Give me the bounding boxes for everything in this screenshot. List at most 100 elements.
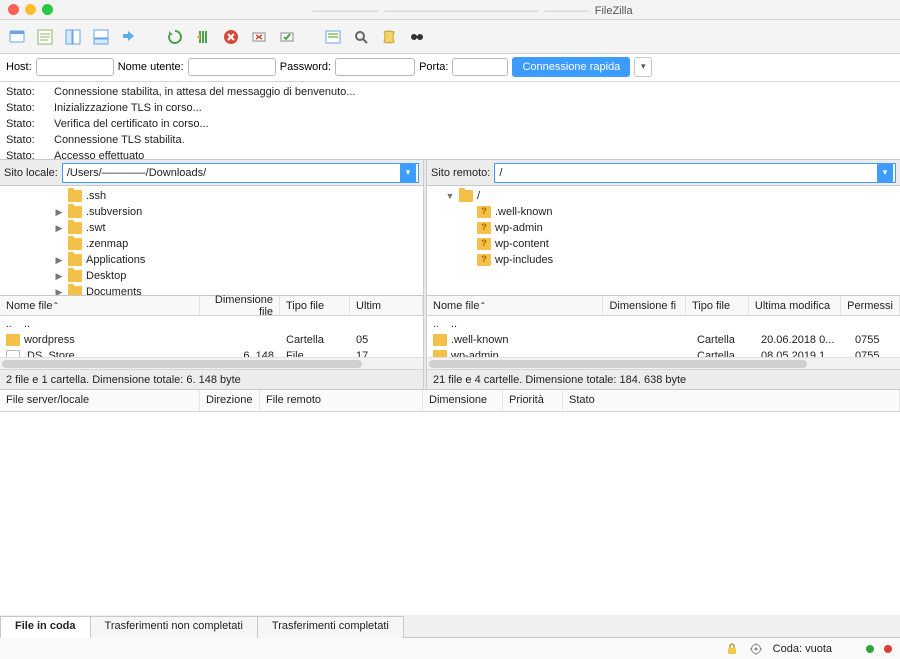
log-message: Verifica del certificato in corso...	[54, 118, 209, 131]
file-row[interactable]: .well-knownCartella20.06.2018 0...0755	[427, 332, 900, 348]
status-bar: Coda: vuota	[0, 637, 900, 659]
tree-item[interactable]: ▼/	[427, 188, 900, 204]
col-type[interactable]: Tipo file	[686, 296, 749, 315]
file-row[interactable]: wordpressCartella05	[0, 332, 423, 348]
toggle-log-icon[interactable]	[34, 26, 56, 48]
quickconnect-button[interactable]: Connessione rapida	[512, 57, 630, 77]
file-type: Cartella	[691, 334, 755, 346]
remote-folder-tree[interactable]: ▼/.well-knownwp-adminwp-contentwp-includ…	[427, 186, 900, 296]
chevron-down-icon[interactable]: ▾	[877, 164, 893, 182]
local-scrollbar[interactable]	[0, 357, 423, 369]
expand-toggle[interactable]: ▶	[54, 255, 64, 266]
tree-item[interactable]: ▶.swt	[0, 220, 423, 236]
toggle-queue-icon[interactable]	[90, 26, 112, 48]
toggle-tree-icon[interactable]	[62, 26, 84, 48]
col-size[interactable]: Dimensione fi	[603, 296, 686, 315]
folder-icon	[68, 190, 82, 202]
file-size: 6. 148	[200, 350, 280, 357]
local-file-list[interactable]: ..wordpressCartella05.DS_Store6. 148File…	[0, 316, 423, 357]
zoom-window-button[interactable]	[42, 4, 53, 15]
up-icon	[433, 318, 447, 330]
port-input[interactable]	[452, 58, 508, 76]
col-name[interactable]: Nome file	[427, 296, 603, 315]
col-modified[interactable]: Ultim	[350, 296, 423, 315]
file-permissions: 0755	[849, 334, 900, 346]
reconnect-icon[interactable]	[276, 26, 298, 48]
expand-toggle[interactable]: ▶	[54, 271, 64, 282]
file-row[interactable]: ..	[427, 316, 900, 332]
refresh-icon[interactable]	[164, 26, 186, 48]
file-modified: 05	[350, 334, 410, 346]
remote-file-list[interactable]: ...well-knownCartella20.06.2018 0...0755…	[427, 316, 900, 357]
minimize-window-button[interactable]	[25, 4, 36, 15]
message-log[interactable]: Stato:Connessione stabilita, in attesa d…	[0, 82, 900, 160]
tree-item[interactable]: .well-known	[427, 204, 900, 220]
site-manager-icon[interactable]	[6, 26, 28, 48]
log-message: Accesso effettuato	[54, 150, 144, 161]
gear-icon[interactable]	[749, 642, 763, 656]
local-path-combobox[interactable]: /Users/————/Downloads/ ▾	[62, 163, 419, 183]
qh-priority[interactable]: Priorità	[503, 390, 563, 411]
qh-status[interactable]: Stato	[563, 390, 900, 411]
tab-failed[interactable]: Trasferimenti non completati	[90, 616, 258, 638]
expand-toggle[interactable]: ▶	[54, 287, 64, 297]
col-permissions[interactable]: Permessi	[841, 296, 900, 315]
tree-item[interactable]: wp-admin	[427, 220, 900, 236]
tree-item[interactable]: wp-content	[427, 236, 900, 252]
qh-remotefile[interactable]: File remoto	[260, 390, 423, 411]
tree-item[interactable]: .ssh	[0, 188, 423, 204]
host-input[interactable]	[36, 58, 114, 76]
remote-scrollbar[interactable]	[427, 357, 900, 369]
expand-toggle[interactable]: ▶	[54, 223, 64, 234]
local-path-bar: Sito locale: /Users/————/Downloads/ ▾	[0, 160, 423, 186]
remote-path-bar: Sito remoto: / ▾	[427, 160, 900, 186]
folder-icon	[6, 334, 20, 346]
file-row[interactable]: ..	[0, 316, 423, 332]
up-icon	[6, 318, 20, 330]
local-folder-tree[interactable]: .ssh▶.subversion▶.swt.zenmap▶Application…	[0, 186, 423, 296]
find-icon[interactable]	[406, 26, 428, 48]
filter-icon[interactable]	[322, 26, 344, 48]
log-message: Inizializzazione TLS in corso...	[54, 102, 202, 115]
file-row[interactable]: .DS_Store6. 148File17.	[0, 348, 423, 357]
file-icon	[6, 350, 20, 357]
folder-icon	[68, 254, 82, 266]
password-input[interactable]	[335, 58, 415, 76]
remote-path-combobox[interactable]: / ▾	[494, 163, 896, 183]
username-input[interactable]	[188, 58, 276, 76]
tree-item[interactable]: wp-includes	[427, 252, 900, 268]
sync-browse-icon[interactable]	[118, 26, 140, 48]
expand-toggle[interactable]: ▼	[445, 191, 455, 201]
remote-path-label: Sito remoto:	[431, 167, 490, 179]
qh-direction[interactable]: Direzione	[200, 390, 260, 411]
search-icon[interactable]	[350, 26, 372, 48]
qh-serverfile[interactable]: File server/locale	[0, 390, 200, 411]
tab-queued[interactable]: File in coda	[0, 616, 91, 638]
qh-size[interactable]: Dimensione	[423, 390, 503, 411]
close-window-button[interactable]	[8, 4, 19, 15]
cancel-icon[interactable]	[220, 26, 242, 48]
quickconnect-history-dropdown[interactable]	[634, 57, 652, 77]
process-queue-icon[interactable]	[192, 26, 214, 48]
tree-item[interactable]: .zenmap	[0, 236, 423, 252]
file-permissions: 0755	[849, 350, 900, 357]
lock-icon	[725, 642, 739, 656]
folder-icon	[68, 238, 82, 250]
compare-icon[interactable]	[378, 26, 400, 48]
col-type[interactable]: Tipo file	[280, 296, 350, 315]
chevron-down-icon[interactable]: ▾	[400, 164, 416, 182]
tree-item[interactable]: ▶Applications	[0, 252, 423, 268]
file-modified: 08.05.2019 1...	[755, 350, 849, 357]
log-message: Connessione stabilita, in attesa del mes…	[54, 86, 355, 99]
disconnect-icon[interactable]	[248, 26, 270, 48]
expand-toggle[interactable]: ▶	[54, 207, 64, 218]
col-size[interactable]: Dimensione file	[200, 296, 280, 315]
tab-successful[interactable]: Trasferimenti completati	[257, 616, 404, 638]
file-row[interactable]: wp-adminCartella08.05.2019 1...0755	[427, 348, 900, 357]
queue-body[interactable]	[0, 412, 900, 615]
col-modified[interactable]: Ultima modifica	[749, 296, 841, 315]
tree-item[interactable]: ▶.subversion	[0, 204, 423, 220]
tree-item[interactable]: ▶Desktop	[0, 268, 423, 284]
col-name[interactable]: Nome file	[0, 296, 200, 315]
queue-status-text: Coda: vuota	[773, 643, 832, 655]
